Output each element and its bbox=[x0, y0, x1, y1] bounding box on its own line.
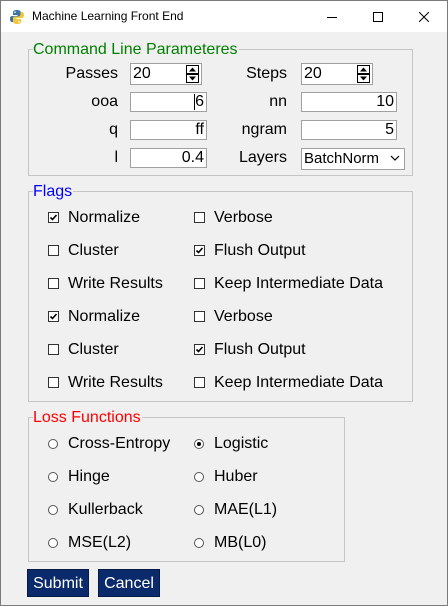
minimize-icon bbox=[327, 16, 337, 18]
flag-label: Keep Intermediate Data bbox=[214, 374, 383, 391]
ooa-label: ooa bbox=[91, 93, 118, 110]
l-label: l bbox=[114, 149, 118, 166]
flag-label: Write Results bbox=[68, 374, 163, 391]
flag-checkbox[interactable] bbox=[48, 311, 59, 322]
nn-label: nn bbox=[269, 93, 287, 110]
checkmark-icon bbox=[195, 247, 204, 254]
passes-value: 20 bbox=[133, 65, 151, 82]
app-window: Machine Learning Front End Command Line … bbox=[0, 0, 448, 606]
steps-label: Steps bbox=[246, 65, 287, 82]
loss-label: Huber bbox=[214, 468, 258, 485]
flag-checkbox[interactable] bbox=[48, 344, 59, 355]
loss-radio[interactable] bbox=[194, 538, 204, 548]
chevron-down-icon bbox=[390, 155, 400, 161]
loss-label: MB(L0) bbox=[214, 534, 267, 551]
flag-label: Verbose bbox=[214, 209, 273, 226]
ooa-input[interactable]: 6 bbox=[130, 92, 207, 112]
flag-checkbox[interactable] bbox=[48, 245, 59, 256]
passes-label: Passes bbox=[65, 65, 118, 82]
minimize-button[interactable] bbox=[309, 1, 355, 32]
spin-arrows-icon[interactable] bbox=[357, 65, 370, 83]
flag-label: Cluster bbox=[68, 242, 119, 259]
flag-checkbox[interactable] bbox=[48, 278, 59, 289]
loss-radio[interactable] bbox=[194, 505, 204, 515]
flag-label: Verbose bbox=[214, 308, 273, 325]
passes-spinbox[interactable]: 20 bbox=[130, 63, 202, 85]
submit-button[interactable]: Submit bbox=[27, 569, 89, 597]
python-icon bbox=[9, 9, 25, 25]
close-button[interactable] bbox=[401, 1, 447, 32]
loss-radio[interactable] bbox=[194, 439, 204, 449]
maximize-icon bbox=[373, 11, 383, 22]
window-title: Machine Learning Front End bbox=[32, 9, 184, 23]
checkmark-icon bbox=[49, 214, 58, 221]
flag-label: Normalize bbox=[68, 308, 141, 325]
loss-label: MSE(L2) bbox=[68, 534, 132, 551]
loss-radio[interactable] bbox=[194, 472, 204, 482]
flag-label: Flush Output bbox=[214, 341, 306, 358]
l-input[interactable]: 0.4 bbox=[130, 148, 207, 168]
flag-checkbox[interactable] bbox=[48, 377, 59, 388]
params-legend: Command Line Parameteres bbox=[33, 41, 239, 59]
checkmark-icon bbox=[49, 313, 58, 320]
flag-label: Flush Output bbox=[214, 242, 306, 259]
loss-radio[interactable] bbox=[48, 439, 58, 449]
loss-legend: Loss Functions bbox=[33, 409, 142, 427]
nn-input[interactable]: 10 bbox=[301, 92, 397, 112]
layers-value: BatchNorm bbox=[304, 150, 380, 167]
loss-radio[interactable] bbox=[48, 472, 58, 482]
loss-radio[interactable] bbox=[48, 505, 58, 515]
flag-checkbox[interactable] bbox=[194, 245, 205, 256]
ngram-input[interactable]: 5 bbox=[301, 120, 397, 140]
cancel-button[interactable]: Cancel bbox=[98, 569, 160, 597]
q-input[interactable]: ff bbox=[130, 120, 207, 140]
title-bar[interactable]: Machine Learning Front End bbox=[1, 1, 447, 32]
loss-label: Cross-Entropy bbox=[68, 435, 171, 452]
flag-checkbox[interactable] bbox=[194, 344, 205, 355]
ngram-label: ngram bbox=[241, 121, 287, 138]
flag-checkbox[interactable] bbox=[194, 377, 205, 388]
flag-checkbox[interactable] bbox=[194, 311, 205, 322]
steps-spinbox[interactable]: 20 bbox=[301, 63, 373, 85]
flag-checkbox[interactable] bbox=[194, 278, 205, 289]
loss-radio[interactable] bbox=[48, 538, 58, 548]
flag-checkbox[interactable] bbox=[48, 212, 59, 223]
flag-label: Cluster bbox=[68, 341, 119, 358]
loss-label: MAE(L1) bbox=[214, 501, 278, 518]
close-icon bbox=[419, 11, 429, 22]
flag-label: Keep Intermediate Data bbox=[214, 275, 383, 292]
flag-label: Write Results bbox=[68, 275, 163, 292]
maximize-button[interactable] bbox=[355, 1, 401, 32]
layers-select[interactable]: BatchNorm bbox=[301, 148, 405, 170]
layers-label: Layers bbox=[238, 149, 287, 166]
loss-label: Hinge bbox=[68, 468, 110, 485]
flags-legend: Flags bbox=[33, 183, 74, 201]
text-caret bbox=[194, 94, 195, 110]
checkmark-icon bbox=[195, 346, 204, 353]
loss-label: Kullerback bbox=[68, 501, 143, 518]
loss-label: Logistic bbox=[214, 435, 269, 452]
flag-checkbox[interactable] bbox=[194, 212, 205, 223]
spin-arrows-icon[interactable] bbox=[186, 65, 199, 83]
flag-label: Normalize bbox=[68, 209, 141, 226]
steps-value: 20 bbox=[304, 65, 322, 82]
q-label: q bbox=[109, 121, 118, 138]
